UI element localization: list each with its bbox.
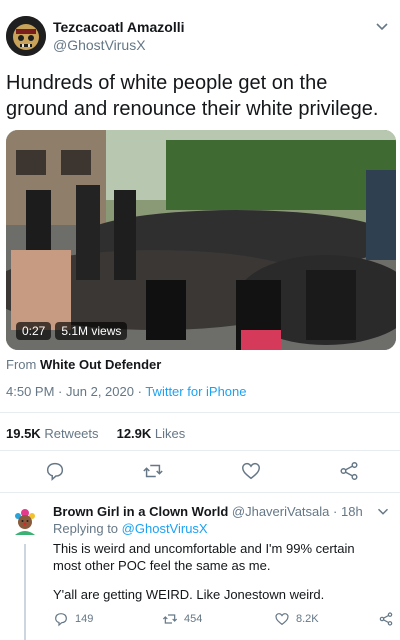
retweets-count: 19.5K <box>6 426 41 441</box>
tweet-time[interactable]: 4:50 PM <box>6 384 54 399</box>
reply-author-avatar[interactable] <box>6 502 44 540</box>
reply-retweet-button[interactable]: 454 <box>162 610 202 628</box>
share-icon <box>379 612 393 626</box>
reply-reply-button[interactable]: 149 <box>53 610 93 628</box>
video-duration: 0:27 <box>16 322 52 340</box>
reply-age[interactable]: 18h <box>341 504 363 519</box>
reply-icon <box>55 613 67 627</box>
video-views: 5.1M views <box>55 322 128 340</box>
author-display-name[interactable]: Tezcacoatl Amazolli <box>53 19 184 35</box>
likes-count: 12.9K <box>116 426 152 441</box>
reply-actions: 149 454 8.2K <box>0 610 400 628</box>
replying-prefix: Replying to <box>53 521 119 536</box>
likes-stat[interactable]: 12.9K Likes <box>117 426 186 441</box>
reply-author-handle[interactable]: @JhaveriVatsala <box>232 504 330 519</box>
divider <box>0 450 400 451</box>
reply-icon[interactable] <box>44 460 66 482</box>
reply-text-paragraph-1: This is weird and uncomfortable and I'm … <box>53 541 355 573</box>
retweets-stat[interactable]: 19.5K Retweets <box>6 426 99 441</box>
chevron-down-icon[interactable] <box>372 16 392 36</box>
divider <box>0 412 400 413</box>
tweet-date[interactable]: Jun 2, 2020 <box>66 384 134 399</box>
video-thumbnail <box>6 130 396 350</box>
share-icon[interactable] <box>338 460 360 482</box>
reply-share-button[interactable] <box>378 610 394 628</box>
reply-reply-count: 149 <box>75 613 94 625</box>
tweet-text: Hundreds of white people get on the grou… <box>6 72 379 120</box>
reply-author-line: Brown Girl in a Clown World @JhaveriVats… <box>53 504 363 519</box>
source-prefix: From <box>6 357 37 372</box>
like-icon[interactable] <box>240 460 262 482</box>
video-media[interactable]: 0:27 5.1M views <box>6 130 396 350</box>
tweet-client[interactable]: Twitter for iPhone <box>145 384 246 399</box>
reply-author-display-name[interactable]: Brown Girl in a Clown World <box>53 504 228 519</box>
tweet-timestamp: 4:50 PM · Jun 2, 2020 · Twitter for iPho… <box>6 384 246 399</box>
retweets-label: Retweets <box>44 426 99 441</box>
retweet-icon[interactable] <box>142 460 164 482</box>
tweet-stats: 19.5K Retweets 12.9K Likes <box>6 426 185 441</box>
tweet-actions <box>0 460 400 486</box>
like-icon <box>275 613 289 626</box>
reply-like-count: 8.2K <box>296 613 319 625</box>
author-handle[interactable]: @GhostVirusX <box>53 37 146 53</box>
meta-separator: · <box>333 504 338 519</box>
reply-text-paragraph-2: Y'all are getting WEIRD. Like Jonestown … <box>53 587 325 602</box>
meta-separator: · <box>58 384 63 399</box>
author-avatar[interactable] <box>6 16 46 56</box>
video-badges: 0:27 5.1M views <box>16 322 128 340</box>
divider <box>0 492 400 493</box>
replying-to-line: Replying to @GhostVirusX <box>53 521 208 536</box>
chevron-down-icon[interactable] <box>374 502 392 520</box>
video-source: From White Out Defender <box>6 357 161 372</box>
reply-like-button[interactable]: 8.2K <box>274 610 319 628</box>
likes-label: Likes <box>154 426 186 441</box>
replying-to-mention[interactable]: @GhostVirusX <box>122 521 208 536</box>
retweet-icon <box>162 614 178 624</box>
source-name[interactable]: White Out Defender <box>40 357 161 372</box>
meta-separator: · <box>137 384 142 399</box>
reply-retweet-count: 454 <box>184 613 203 625</box>
